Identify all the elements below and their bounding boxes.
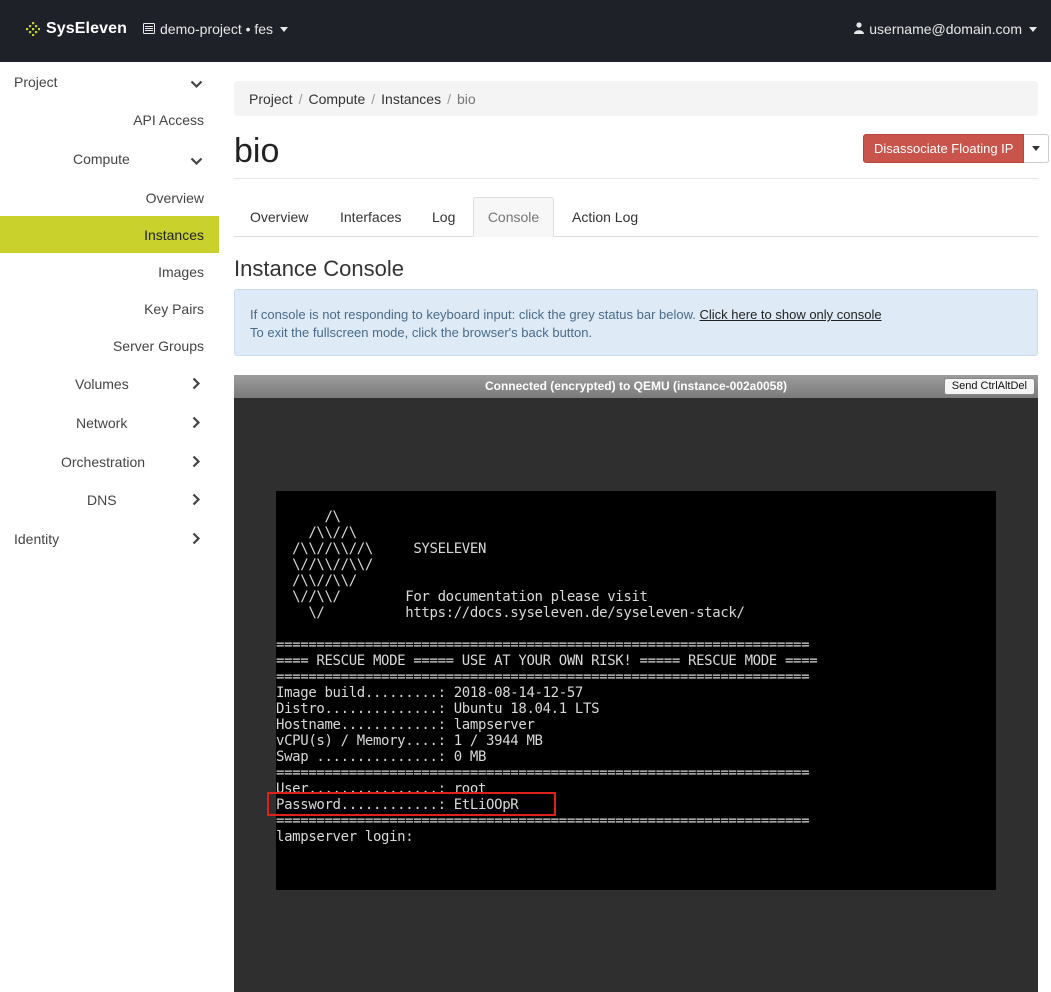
- brand[interactable]: SysEleven: [26, 20, 127, 38]
- user-name: username@domain.com: [869, 21, 1022, 37]
- title-divider: [234, 178, 1038, 179]
- console-line: Image build.........: 2018-08-14-12-57: [276, 685, 583, 701]
- console-line: vCPU(s) / Memory....: 1 / 3944 MB: [276, 733, 543, 749]
- console-line: Distro..............: Ubuntu 18.04.1 LTS: [276, 701, 600, 717]
- sidebar-item-label: Project: [14, 73, 58, 90]
- sidebar-item-dns[interactable]: DNS: [0, 481, 219, 518]
- console-line: Hostname............: lampserver: [276, 717, 535, 733]
- chevron-right-icon: [192, 455, 201, 471]
- sidebar-item-label: Volumes: [75, 375, 129, 392]
- breadcrumb-compute[interactable]: Compute: [308, 91, 365, 107]
- page-title: bio: [234, 132, 280, 170]
- tab-log[interactable]: Log: [432, 197, 455, 237]
- chevron-right-icon: [192, 493, 201, 509]
- console-line: /\\//\\/: [276, 573, 357, 589]
- sidebar-item-label: Overview: [145, 189, 204, 206]
- tab-interfaces[interactable]: Interfaces: [340, 197, 401, 237]
- sidebar-item-orchestration[interactable]: Orchestration: [0, 443, 219, 480]
- breadcrumb-project[interactable]: Project: [249, 91, 293, 107]
- console-line: ========================================…: [276, 669, 810, 685]
- instance-tabs: Overview Interfaces Log Console Action L…: [234, 197, 1038, 237]
- chevron-down-icon: [190, 153, 203, 169]
- chevron-right-icon: [192, 377, 201, 393]
- breadcrumb-separator: /: [447, 90, 451, 107]
- caret-down-icon: [1029, 26, 1037, 32]
- console-line: /\: [276, 509, 341, 525]
- console-line: \/ https://docs.syseleven.de/syseleven-s…: [276, 605, 745, 621]
- sidebar-item-server-groups[interactable]: Server Groups: [0, 327, 219, 364]
- sidebar-item-network[interactable]: Network: [0, 404, 219, 441]
- sidebar-item-label: Network: [76, 414, 128, 431]
- sidebar-item-identity[interactable]: Identity: [0, 520, 219, 557]
- sidebar-item-images[interactable]: Images: [0, 253, 219, 290]
- console-line: ==== RESCUE MODE ===== USE AT YOUR OWN R…: [276, 653, 818, 669]
- breadcrumb-separator: /: [298, 90, 303, 107]
- server-icon: [143, 21, 155, 37]
- console-line: lampserver login:: [276, 829, 414, 845]
- sidebar: Project API Access Compute Overview Inst…: [0, 62, 219, 992]
- sidebar-item-label: Compute: [73, 150, 130, 167]
- project-switcher[interactable]: demo-project • fes: [143, 21, 289, 37]
- console-line: ========================================…: [276, 637, 810, 653]
- sidebar-item-label: Identity: [14, 530, 60, 547]
- sidebar-item-compute[interactable]: Compute: [0, 140, 219, 177]
- console-line: ========================================…: [276, 765, 810, 781]
- console-line: Swap ...............: 0 MB: [276, 749, 487, 765]
- chevron-right-icon: [192, 532, 201, 548]
- chevron-right-icon: [192, 416, 201, 432]
- project-name: demo-project • fes: [160, 21, 274, 37]
- sidebar-item-key-pairs[interactable]: Key Pairs: [0, 290, 219, 327]
- alert-text: If console is not responding to keyboard…: [250, 307, 696, 322]
- breadcrumb: Project / Compute / Instances / bio: [234, 81, 1038, 116]
- tab-action-log[interactable]: Action Log: [572, 197, 638, 237]
- chevron-down-icon: [190, 76, 203, 92]
- sidebar-item-label: DNS: [87, 491, 117, 508]
- alert-line-2: To exit the fullscreen mode, click the b…: [250, 325, 593, 340]
- console-line: /\\//\\//\ SYSELEVEN: [276, 541, 487, 557]
- console-screen[interactable]: /\ /\\//\ /\\//\\//\ SYSELEVEN \//\\//\\…: [276, 491, 996, 890]
- disassociate-floating-ip-button[interactable]: Disassociate Floating IP: [863, 134, 1025, 163]
- actions-dropdown-toggle[interactable]: [1024, 134, 1050, 163]
- sidebar-item-label: Server Groups: [112, 337, 204, 354]
- sidebar-item-label: Key Pairs: [144, 300, 204, 317]
- section-title: Instance Console: [234, 256, 404, 281]
- console-status-text: Connected (encrypted) to QEMU (instance-…: [484, 379, 788, 393]
- sidebar-item-label: API Access: [133, 111, 204, 128]
- sidebar-item-overview[interactable]: Overview: [0, 179, 219, 216]
- breadcrumb-separator: /: [371, 90, 376, 107]
- alert-line-1: If console is not responding to keyboard…: [250, 306, 1022, 324]
- syseleven-logo-icon: [26, 22, 40, 36]
- sidebar-item-api-access[interactable]: API Access: [0, 101, 219, 138]
- console-line: \//\\/ For documentation please visit: [276, 589, 648, 605]
- console-frame[interactable]: Connected (encrypted) to QEMU (instance-…: [234, 375, 1038, 992]
- console-status-bar[interactable]: Connected (encrypted) to QEMU (instance-…: [234, 375, 1038, 398]
- sidebar-item-label: Orchestration: [61, 453, 146, 470]
- sidebar-item-label: Images: [158, 263, 204, 280]
- console-line: /\\//\: [276, 525, 357, 541]
- user-menu[interactable]: username@domain.com: [854, 21, 1037, 37]
- top-navbar: SysEleven demo-project • fes username@do…: [0, 0, 1051, 62]
- breadcrumb-current: bio: [457, 90, 476, 107]
- instance-actions: Disassociate Floating IP: [863, 134, 1050, 163]
- tab-overview[interactable]: Overview: [250, 197, 308, 237]
- caret-down-icon: [1032, 146, 1041, 151]
- show-only-console-link[interactable]: Click here to show only console: [700, 307, 882, 322]
- breadcrumb-instances[interactable]: Instances: [381, 91, 441, 107]
- sidebar-item-project[interactable]: Project: [0, 63, 219, 100]
- user-icon: [854, 21, 865, 37]
- password-highlight-box: [267, 792, 556, 816]
- sidebar-item-volumes[interactable]: Volumes: [0, 365, 219, 402]
- sidebar-item-label: Instances: [144, 226, 204, 243]
- sidebar-item-instances[interactable]: Instances: [0, 216, 219, 253]
- console-line: \//\\//\\/: [276, 557, 373, 573]
- caret-down-icon: [280, 26, 289, 32]
- send-ctrl-alt-del-button[interactable]: Send CtrlAltDel: [943, 378, 1035, 395]
- console-info-alert: If console is not responding to keyboard…: [234, 289, 1038, 356]
- brand-name: SysEleven: [46, 20, 127, 37]
- tab-console[interactable]: Console: [473, 197, 554, 237]
